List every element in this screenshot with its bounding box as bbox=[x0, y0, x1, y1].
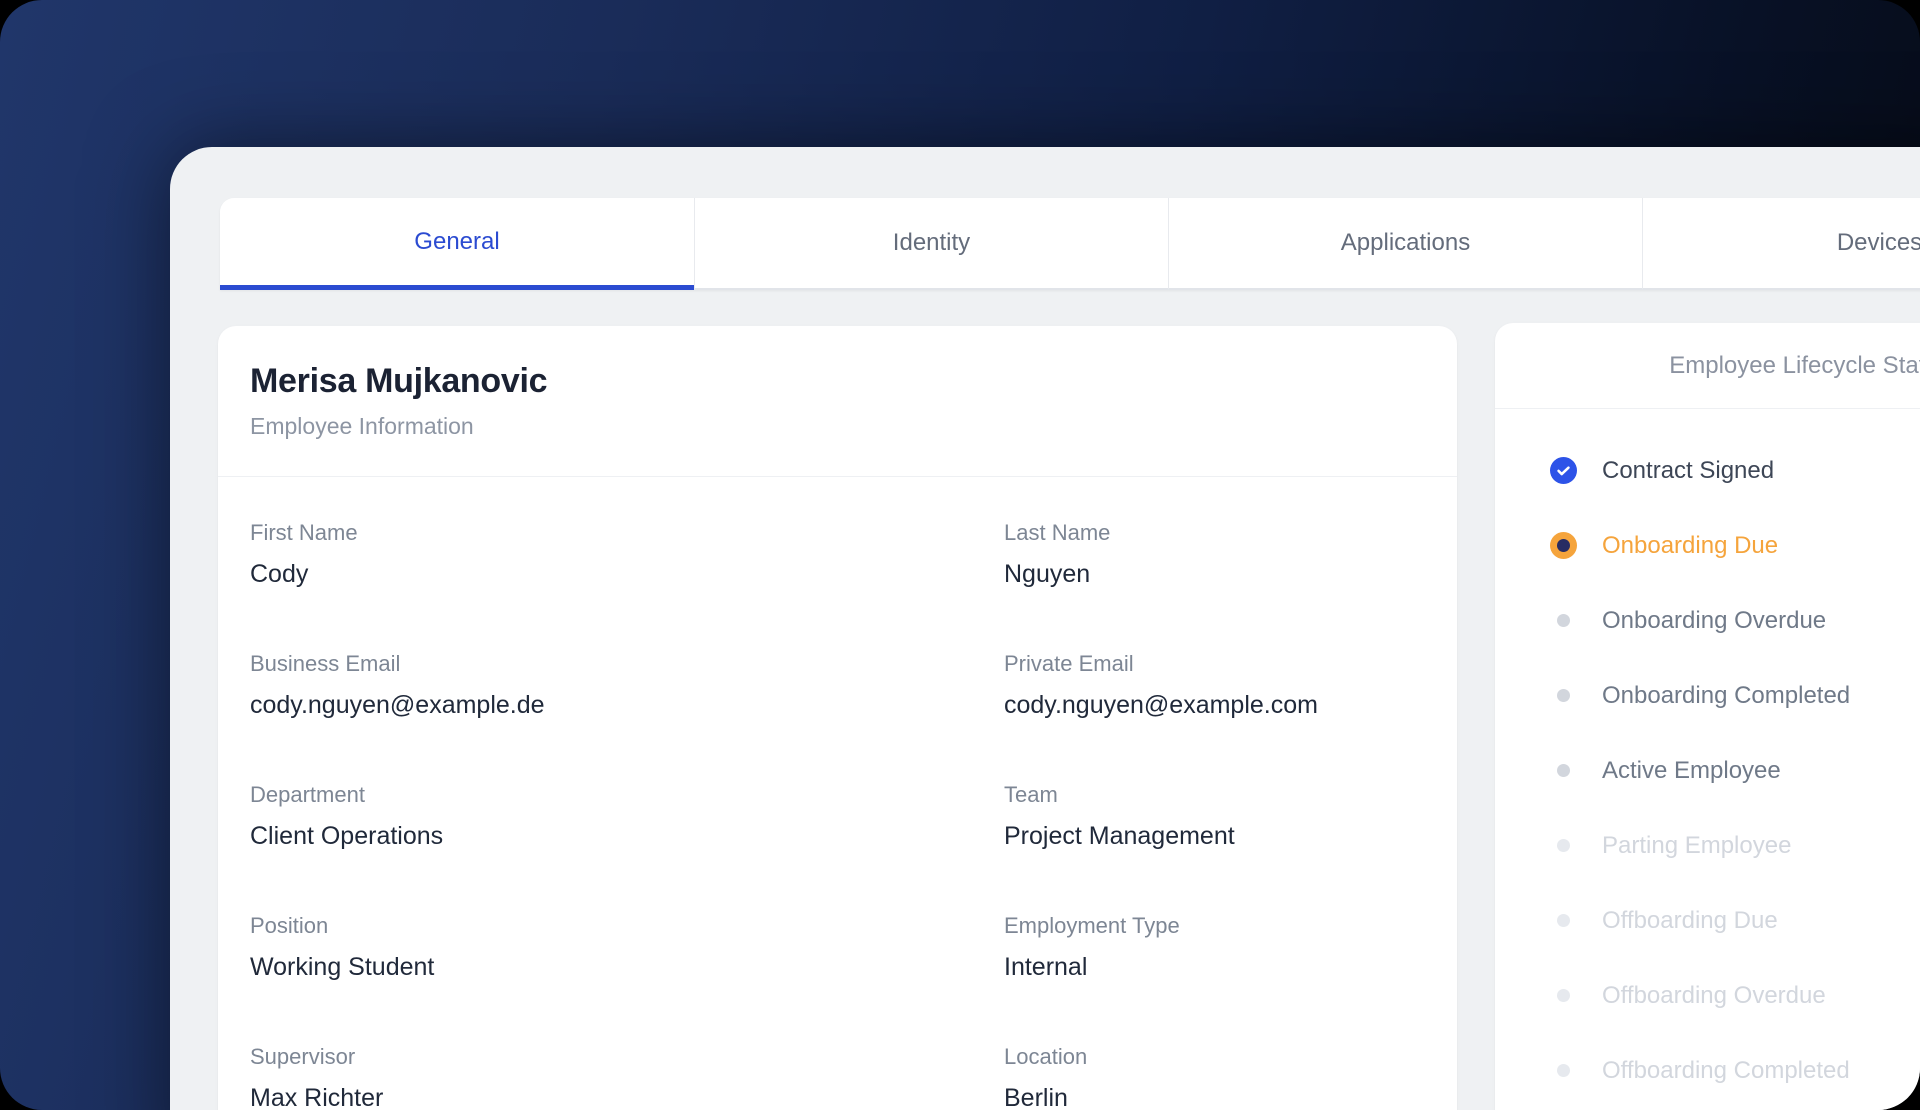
field-value: cody.nguyen@example.com bbox=[1004, 691, 1318, 719]
field-team: Team Project Management bbox=[1004, 781, 1425, 912]
lifecycle-item-offboarding-completed: Offboarding Completed bbox=[1550, 1033, 1920, 1108]
field-department: Department Client Operations bbox=[250, 781, 1004, 912]
employee-fields: First Name Cody Last Name Nguyen Business Em… bbox=[218, 477, 1457, 1110]
lifecycle-item-offboarding-due: Offboarding Due bbox=[1550, 883, 1920, 958]
step-dot-icon bbox=[1550, 832, 1577, 859]
lifecycle-item-label: Offboarding Completed bbox=[1602, 1056, 1850, 1084]
field-value: cody.nguyen@example.de bbox=[250, 691, 545, 719]
field-label: Last Name bbox=[1004, 520, 1111, 545]
page-title: Merisa Mujkanovic bbox=[250, 362, 548, 400]
lifecycle-item-offboarding-overdue: Offboarding Overdue bbox=[1550, 958, 1920, 1033]
field-position: Position Working Student bbox=[250, 912, 1004, 1043]
field-label: Location bbox=[1004, 1044, 1088, 1069]
step-dot-icon bbox=[1550, 907, 1577, 934]
step-dot-icon bbox=[1550, 757, 1577, 784]
tab-identity[interactable]: Identity bbox=[694, 198, 1168, 290]
field-location: Location Berlin bbox=[1004, 1043, 1425, 1110]
tab-applications[interactable]: Applications bbox=[1168, 198, 1642, 290]
field-supervisor: Supervisor Max Richter bbox=[250, 1043, 1004, 1110]
field-label: Private Email bbox=[1004, 651, 1134, 676]
lifecycle-item-parting-employee: Parting Employee bbox=[1550, 808, 1920, 883]
tab-general[interactable]: General bbox=[220, 198, 694, 290]
field-value: Cody bbox=[250, 560, 309, 588]
field-value: Working Student bbox=[250, 953, 435, 981]
lifecycle-list: Contract Signed Onboarding Due Onboarding … bbox=[1495, 409, 1920, 1108]
step-dot-icon bbox=[1550, 607, 1577, 634]
lifecycle-item-label: Active Employee bbox=[1602, 756, 1781, 784]
employee-card: Merisa Mujkanovic Employee Information F… bbox=[218, 326, 1457, 1110]
tab-bar: General Identity Applications Devices bbox=[220, 198, 1920, 290]
field-label: Supervisor bbox=[250, 1044, 356, 1069]
field-label: First Name bbox=[250, 520, 358, 545]
field-value: Berlin bbox=[1004, 1084, 1068, 1110]
lifecycle-item-contract-signed: Contract Signed bbox=[1550, 433, 1920, 508]
app-panel: General Identity Applications Devices Meris… bbox=[170, 147, 1920, 1110]
field-label: Business Email bbox=[250, 651, 401, 676]
field-label: Team bbox=[1004, 782, 1058, 807]
step-dot-icon bbox=[1550, 682, 1577, 709]
field-value: Max Richter bbox=[250, 1084, 384, 1110]
lifecycle-item-onboarding-completed: Onboarding Completed bbox=[1550, 658, 1920, 733]
field-employment-type: Employment Type Internal bbox=[1004, 912, 1425, 1043]
lifecycle-card: Employee Lifecycle Status Contract Signe… bbox=[1495, 323, 1920, 1110]
field-label: Employment Type bbox=[1004, 913, 1180, 938]
lifecycle-title: Employee Lifecycle Status bbox=[1669, 351, 1920, 379]
field-private-email: Private Email cody.nguyen@example.com bbox=[1004, 650, 1425, 781]
field-last-name: Last Name Nguyen bbox=[1004, 519, 1425, 650]
lifecycle-item-label: Onboarding Due bbox=[1602, 531, 1779, 559]
field-first-name: First Name Cody bbox=[250, 519, 1004, 650]
tab-devices[interactable]: Devices bbox=[1642, 198, 1920, 290]
lifecycle-item-active-employee: Active Employee bbox=[1550, 733, 1920, 808]
field-value: Project Management bbox=[1004, 822, 1235, 850]
check-circle-icon bbox=[1550, 457, 1577, 484]
screen-frame: General Identity Applications Devices Meris… bbox=[0, 0, 1920, 1110]
lifecycle-item-onboarding-overdue: Onboarding Overdue bbox=[1550, 583, 1920, 658]
field-value: Internal bbox=[1004, 953, 1088, 981]
lifecycle-item-label: Onboarding Overdue bbox=[1602, 606, 1827, 634]
lifecycle-item-onboarding-due: Onboarding Due bbox=[1550, 508, 1920, 583]
step-dot-icon bbox=[1550, 1057, 1577, 1084]
lifecycle-item-label: Contract Signed bbox=[1602, 456, 1775, 484]
lifecycle-item-label: Parting Employee bbox=[1602, 831, 1792, 859]
field-label: Position bbox=[250, 913, 329, 938]
lifecycle-item-label: Offboarding Overdue bbox=[1602, 981, 1826, 1009]
step-dot-icon bbox=[1550, 982, 1577, 1009]
current-step-icon bbox=[1550, 532, 1577, 559]
field-business-email: Business Email cody.nguyen@example.de bbox=[250, 650, 1004, 781]
lifecycle-item-label: Onboarding Completed bbox=[1602, 681, 1851, 709]
page-subtitle: Employee Information bbox=[250, 413, 474, 439]
field-value: Nguyen bbox=[1004, 560, 1091, 588]
employee-card-header: Merisa Mujkanovic Employee Information bbox=[218, 326, 1457, 440]
field-label: Department bbox=[250, 782, 365, 807]
lifecycle-item-label: Offboarding Due bbox=[1602, 906, 1778, 934]
field-value: Client Operations bbox=[250, 822, 444, 850]
